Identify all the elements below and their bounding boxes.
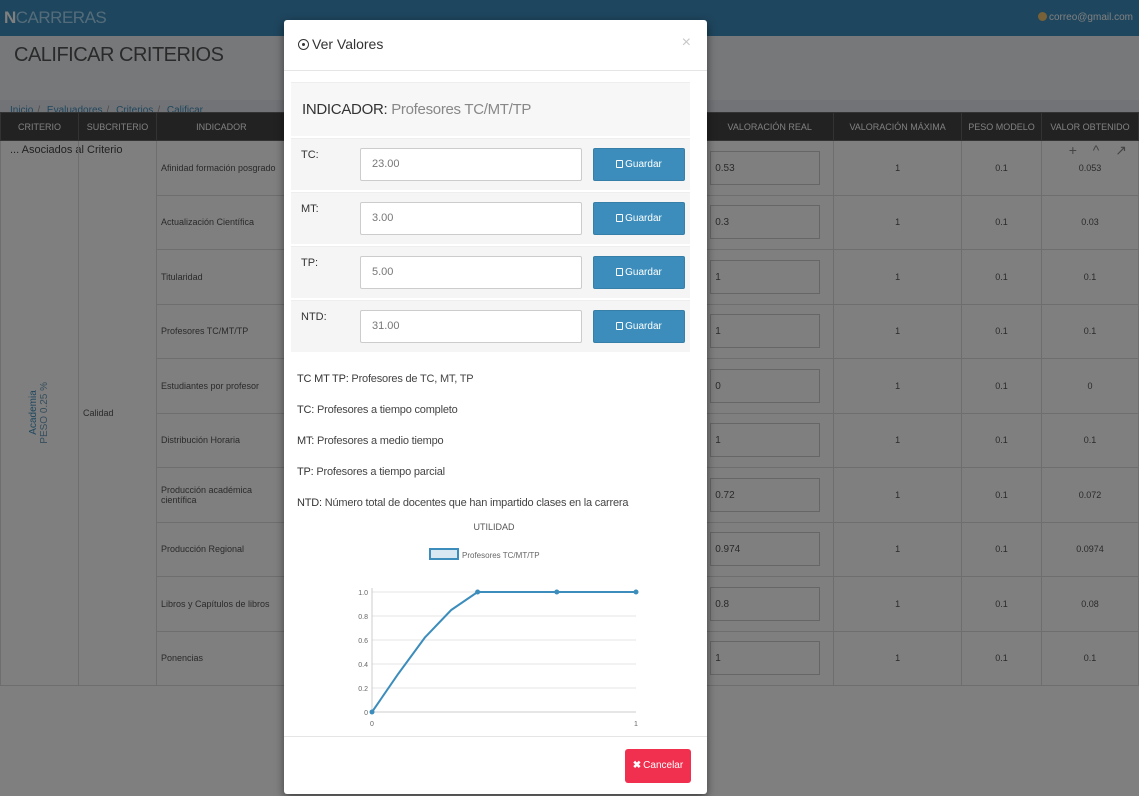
definition-term: NTD: — [297, 497, 322, 509]
data-point — [369, 709, 375, 715]
cancel-button[interactable]: ✖ Cancelar — [625, 749, 691, 783]
field-row-tp: TP: 5.00 Guardar — [291, 246, 690, 298]
definition-term: TC MT TP: — [297, 373, 349, 385]
indicator-value: Profesores TC/MT/TP — [391, 101, 532, 118]
guardar-ntd-button[interactable]: Guardar — [593, 310, 685, 343]
mt-input[interactable]: 3.00 — [360, 202, 582, 235]
x-tick-label: 1 — [634, 721, 638, 728]
tc-input[interactable]: 23.00 — [360, 148, 582, 181]
definition-item: TP: Profesores a tiempo parcial — [297, 465, 628, 496]
field-row-tc: TC: 23.00 Guardar — [291, 138, 690, 190]
series-line — [371, 591, 636, 713]
field-label-ntd: NTD: — [301, 311, 327, 323]
legend-swatch — [429, 548, 459, 560]
definitions-list: TC MT TP: Profesores de TC, MT, TP TC: P… — [297, 372, 628, 527]
definition-item: TC: Profesores a tiempo completo — [297, 403, 628, 434]
eye-icon — [298, 39, 309, 50]
guardar-tp-button[interactable]: Guardar — [593, 256, 685, 289]
definition-term: MT: — [297, 435, 315, 447]
guardar-tc-label: Guardar — [625, 159, 662, 170]
field-row-ntd: NTD: 31.00 Guardar — [291, 300, 690, 352]
field-label-tc: TC: — [301, 149, 319, 161]
definition-item: TC MT TP: Profesores de TC, MT, TP — [297, 372, 628, 403]
chart-title: UTILIDAD — [473, 522, 515, 532]
data-point — [475, 589, 481, 595]
indicator-label: INDICADOR: — [302, 101, 388, 118]
y-tick-label: 0 — [364, 710, 368, 717]
definition-term: TC: — [297, 404, 315, 416]
modal-footer: ✖ Cancelar — [284, 736, 707, 794]
tp-input[interactable]: 5.00 — [360, 256, 582, 289]
guardar-ntd-label: Guardar — [625, 321, 662, 332]
guardar-mt-button[interactable]: Guardar — [593, 202, 685, 235]
y-tick-label: 1.0 — [358, 590, 368, 597]
x-tick-label: 0 — [370, 721, 374, 728]
close-icon: ✖ — [632, 760, 642, 771]
ver-valores-modal: Ver Valores × INDICADOR: Profesores TC/M… — [284, 20, 707, 794]
y-tick-label: 0.6 — [358, 638, 368, 645]
indicator-box: INDICADOR: Profesores TC/MT/TP — [291, 82, 690, 136]
definition-text: Profesores de TC, MT, TP — [348, 373, 474, 385]
guardar-tc-button[interactable]: Guardar — [593, 148, 685, 181]
save-icon — [616, 322, 624, 330]
save-icon — [616, 214, 624, 222]
data-point — [633, 589, 639, 595]
modal-header: Ver Valores × — [284, 20, 707, 71]
close-icon[interactable]: × — [682, 34, 691, 52]
data-point — [554, 589, 560, 595]
field-label-tp: TP: — [301, 257, 319, 269]
legend-label: Profesores TC/MT/TP — [462, 551, 540, 560]
definition-text: Profesores a tiempo completo — [314, 404, 458, 416]
y-tick-label: 0.2 — [358, 686, 368, 693]
definition-item: MT: Profesores a medio tiempo — [297, 434, 628, 465]
save-icon — [616, 160, 624, 168]
definition-term: TP: — [297, 466, 314, 478]
utility-chart: UTILIDAD Profesores TC/MT/TP 0 0.2 0.4 0.6 0.8… — [358, 522, 639, 728]
modal-title-text: Ver Valores — [312, 36, 384, 52]
definition-text: Número total de docentes que han imparti… — [321, 497, 629, 509]
cancel-label: Cancelar — [643, 760, 684, 771]
guardar-tp-label: Guardar — [625, 267, 662, 278]
definition-text: Profesores a tiempo parcial — [313, 466, 445, 478]
definition-text: Profesores a medio tiempo — [314, 435, 444, 447]
field-label-mt: MT: — [301, 203, 319, 215]
modal-title: Ver Valores — [298, 36, 383, 52]
save-icon — [616, 268, 624, 276]
ntd-input[interactable]: 31.00 — [360, 310, 582, 343]
guardar-mt-label: Guardar — [625, 213, 662, 224]
field-row-mt: MT: 3.00 Guardar — [291, 192, 690, 244]
y-tick-label: 0.8 — [358, 614, 368, 621]
y-tick-label: 0.4 — [358, 662, 368, 669]
